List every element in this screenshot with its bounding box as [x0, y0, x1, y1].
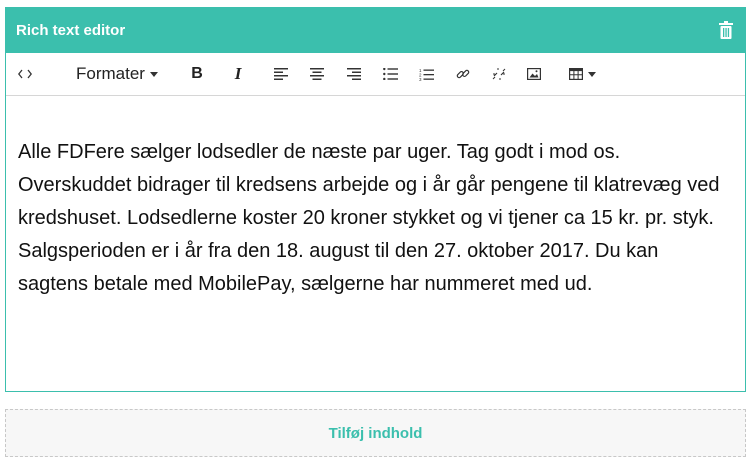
- link-icon[interactable]: [451, 53, 475, 95]
- numbered-list-icon[interactable]: 123: [414, 53, 438, 95]
- align-left-icon[interactable]: [269, 53, 293, 95]
- table-icon: [568, 68, 583, 80]
- align-center-icon[interactable]: [305, 53, 329, 95]
- unlink-icon[interactable]: [487, 53, 511, 95]
- align-right-icon[interactable]: [342, 53, 366, 95]
- editor-header: Rich text editor: [6, 8, 745, 53]
- table-dropdown[interactable]: [562, 53, 602, 95]
- bullet-list-icon[interactable]: [378, 53, 402, 95]
- format-dropdown-label: Formater: [76, 64, 145, 83]
- bold-button[interactable]: B: [184, 53, 210, 95]
- chevron-down-icon: [149, 71, 158, 77]
- format-dropdown[interactable]: Formater: [56, 53, 178, 95]
- add-content-button[interactable]: Tilføj indhold: [5, 409, 746, 457]
- editor-toolbar: Formater B I 123: [6, 53, 745, 96]
- editor-title: Rich text editor: [16, 22, 126, 39]
- italic-button[interactable]: I: [225, 53, 251, 95]
- image-icon[interactable]: [522, 53, 546, 95]
- svg-text:3: 3: [419, 77, 422, 81]
- code-icon[interactable]: [14, 53, 36, 95]
- trash-icon[interactable]: [719, 21, 733, 39]
- add-content-label: Tilføj indhold: [328, 424, 423, 442]
- editor-content-area[interactable]: Alle FDFere sælger lodsedler de næste pa…: [18, 136, 734, 301]
- chevron-down-icon: [587, 71, 596, 77]
